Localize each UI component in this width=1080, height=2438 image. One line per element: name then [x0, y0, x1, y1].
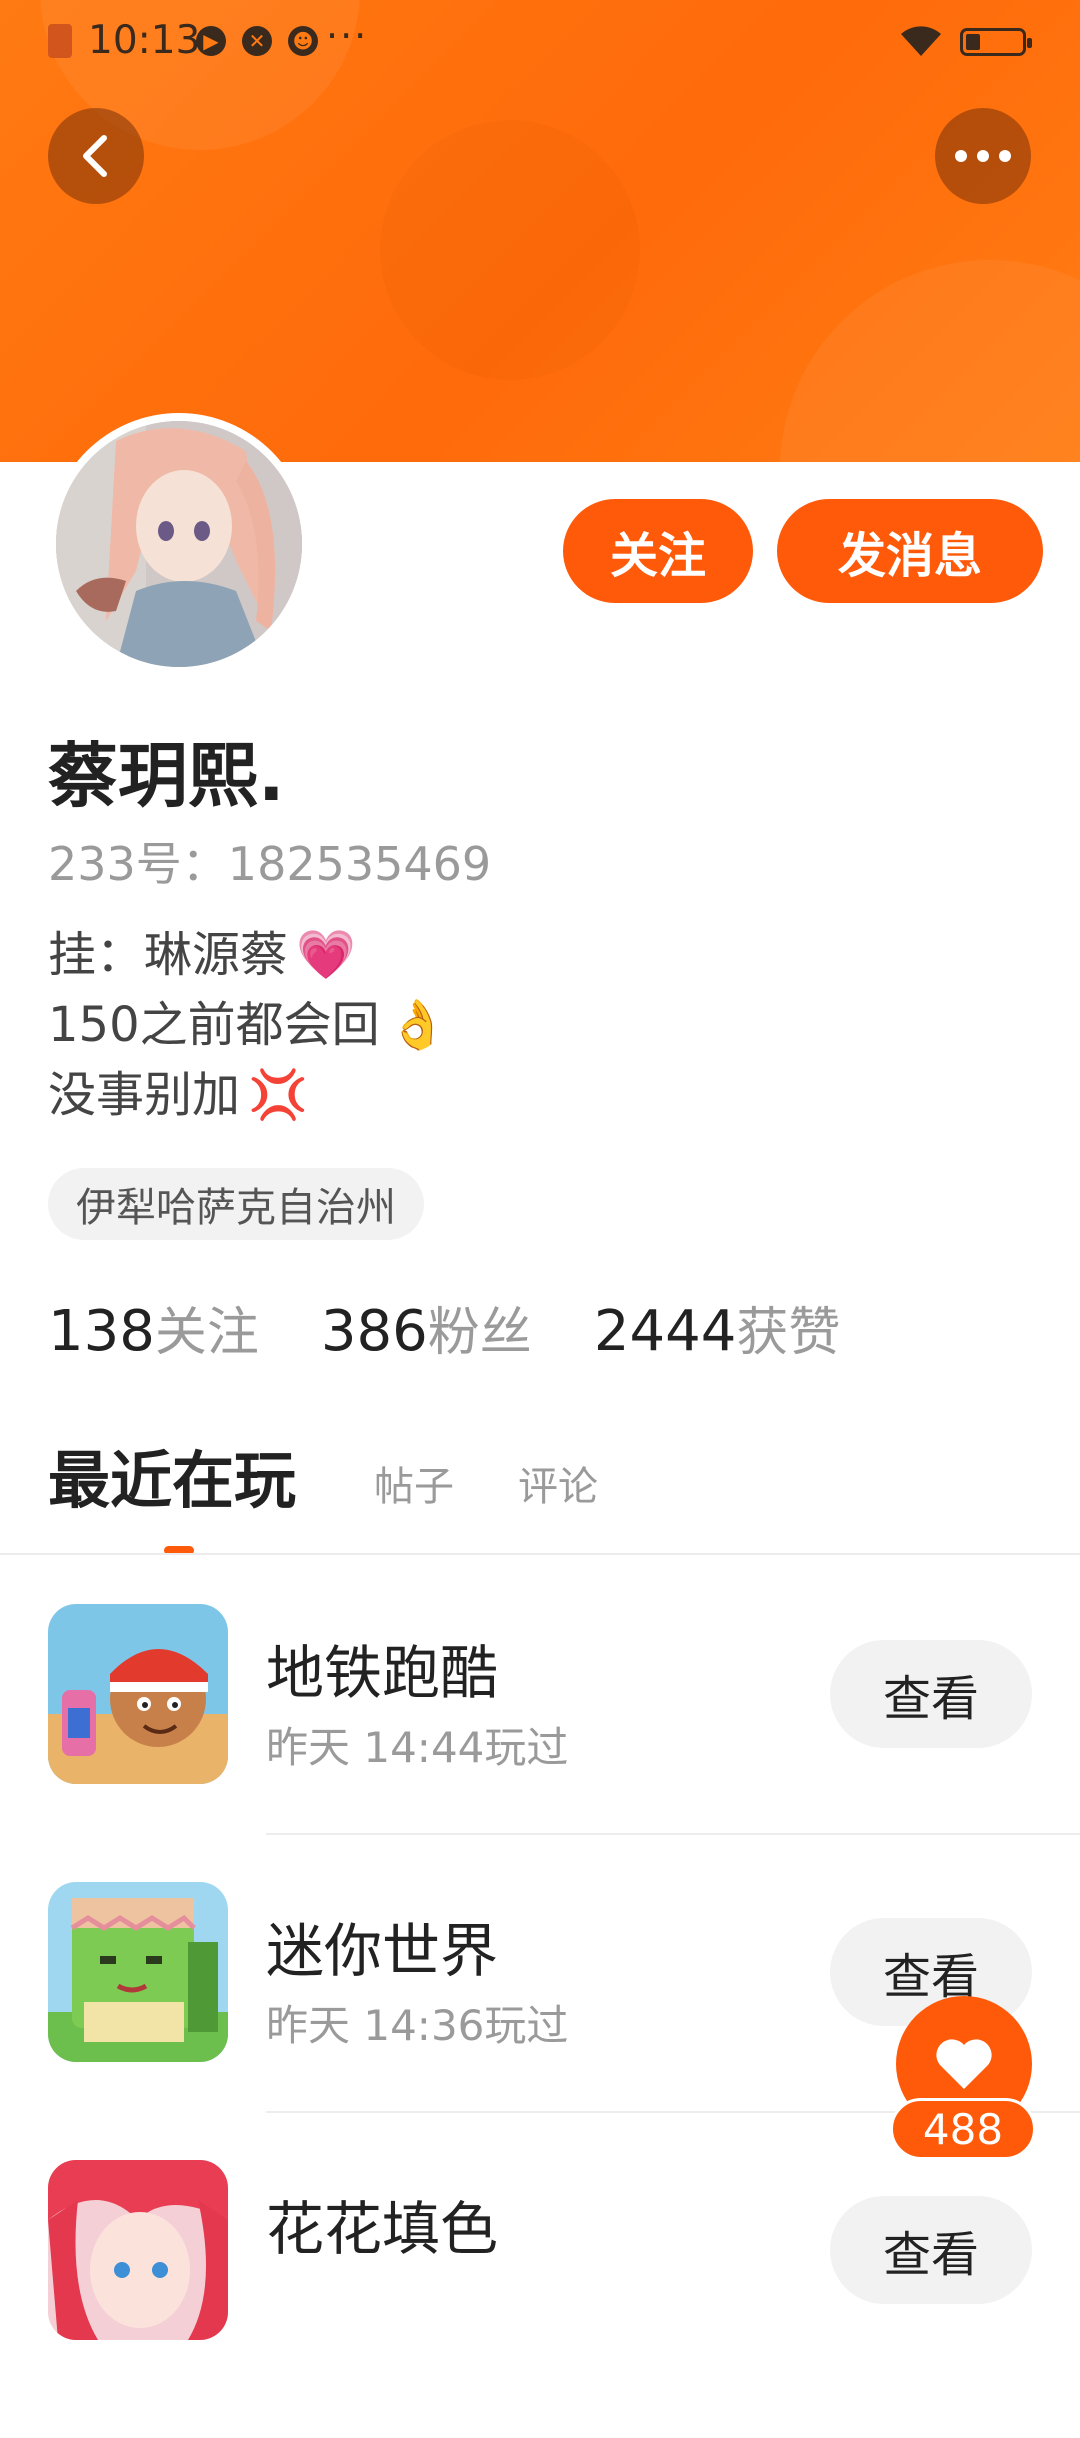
follow-button[interactable]: 关注 [563, 499, 753, 603]
coloring-game-icon [48, 2160, 228, 2340]
row-divider [266, 1833, 1080, 1835]
battery-level [966, 34, 980, 50]
bio-text: 150之前都会回 [48, 997, 380, 1053]
tab-comments[interactable]: 评论 [518, 1454, 598, 1512]
profile-header-banner: 10:13 ▶ ✕ ☻ ··· [0, 0, 1080, 462]
avatar[interactable] [48, 413, 310, 675]
profile-stats: 138 关注 386 粉丝 2444 获赞 [48, 1290, 902, 1365]
game-name: 迷你世界 [266, 1917, 499, 1985]
bio-line: 没事别加 💢 [48, 1060, 447, 1130]
subway-surfers-game-icon [48, 1604, 228, 1784]
view-game-button[interactable]: 查看 [830, 2196, 1032, 2304]
ok-hand-emoji-icon: 👌 [387, 997, 448, 1053]
likes-received-count[interactable]: 2444 获赞 [594, 1290, 841, 1365]
send-message-button[interactable]: 发消息 [777, 499, 1043, 603]
game-list-item[interactable]: 地铁跑酷 昨天 14:44玩过 查看 [0, 1604, 1080, 1882]
bio-text: 挂：琳源蔡 [48, 927, 289, 983]
battery-icon [960, 28, 1032, 56]
tabs-divider [0, 1553, 1080, 1555]
stat-value: 386 [320, 1299, 428, 1364]
view-game-button[interactable]: 查看 [830, 1640, 1032, 1748]
back-button[interactable] [48, 108, 144, 204]
last-played-time: 昨天 14:44玩过 [266, 1723, 569, 1772]
anger-emoji-icon: 💢 [248, 1067, 308, 1123]
close-notification-icon: ✕ [242, 26, 272, 56]
game-name: 花花填色 [266, 2195, 499, 2263]
avatar-image [56, 421, 302, 667]
banner-decoration [380, 120, 640, 380]
bio-text: 没事别加 [48, 1067, 241, 1123]
more-notifications-icon: ··· [326, 14, 369, 58]
profile-tabs: 最近在玩 帖子 评论 [48, 1440, 1048, 1520]
chevron-left-icon [83, 135, 107, 177]
stat-label: 粉丝 [427, 1303, 532, 1363]
location-tag: 伊犁哈萨克自治州 [48, 1168, 424, 1240]
media-notification-icon: ▶ [196, 26, 226, 56]
more-button[interactable] [935, 108, 1031, 204]
more-horizontal-icon [955, 150, 1011, 162]
wifi-icon [901, 26, 941, 56]
last-played-time: 昨天 14:36玩过 [266, 2001, 569, 2050]
sim-icon [48, 24, 72, 58]
tab-posts[interactable]: 帖子 [374, 1454, 454, 1512]
bio-line: 150之前都会回 👌 [48, 990, 447, 1060]
user-nickname: 蔡玥熙. [48, 735, 285, 817]
stat-value: 138 [48, 1299, 155, 1364]
stat-value: 2444 [593, 1299, 737, 1364]
following-count[interactable]: 138 关注 [48, 1290, 259, 1365]
followers-count[interactable]: 386 粉丝 [321, 1290, 532, 1365]
stat-label: 关注 [154, 1303, 259, 1363]
game-name: 地铁跑酷 [266, 1639, 499, 1707]
like-count-badge: 488 [890, 2098, 1036, 2160]
mini-world-game-icon [48, 1882, 228, 2062]
game-list-item[interactable]: 花花填色 查看 [0, 2160, 1080, 2438]
user-bio: 挂：琳源蔡 💗 150之前都会回 👌 没事别加 💢 [48, 920, 447, 1130]
heart-icon [936, 2039, 992, 2089]
banner-decoration [780, 260, 1080, 462]
status-time: 10:13 [88, 18, 201, 63]
bio-line: 挂：琳源蔡 💗 [48, 920, 447, 990]
tab-recently-played[interactable]: 最近在玩 [48, 1430, 296, 1520]
app-notification-icon: ☻ [288, 26, 318, 56]
heart-emoji-icon: 💗 [296, 927, 356, 983]
status-bar: 10:13 ▶ ✕ ☻ ··· [0, 0, 1080, 82]
user-id: 233号：182535469 [48, 837, 492, 891]
stat-label: 获赞 [736, 1303, 841, 1363]
